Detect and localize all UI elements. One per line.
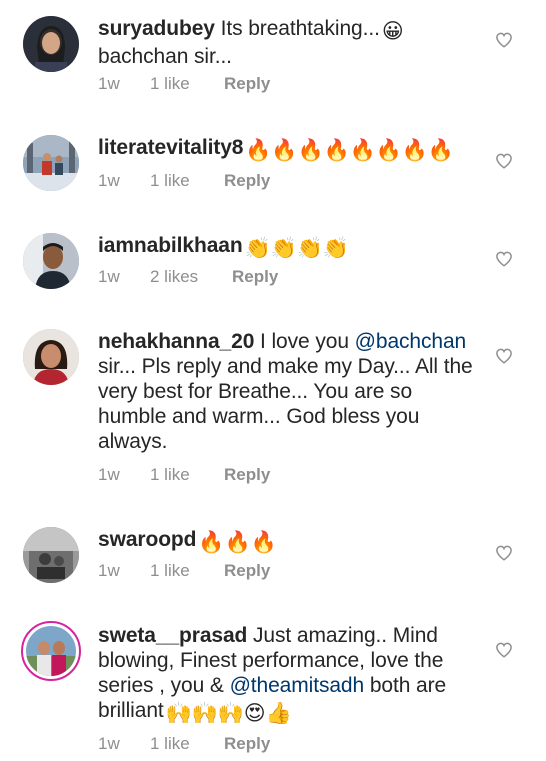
avatar[interactable] (23, 233, 79, 289)
like-count[interactable]: 1 like (150, 734, 224, 754)
username[interactable]: swaroopd (98, 528, 196, 551)
raising-hands-heart-eyes-thumbs-up-emoji-icon: 🙌🙌🙌😍👍 (165, 702, 292, 725)
comment-text: nehakhanna_20 I love you @bachchan sir..… (98, 329, 476, 454)
username[interactable]: suryadubey (98, 17, 215, 40)
timestamp: 1w (98, 267, 120, 286)
like-count[interactable]: 2 likes (150, 267, 232, 287)
grinning-emoji-icon: 😀 (381, 20, 404, 43)
comment-meta: 1w 1 like Reply (98, 465, 270, 487)
comment-body-continued: bachchan sir... (98, 45, 232, 68)
like-count[interactable]: 1 like (150, 465, 224, 485)
reply-button[interactable]: Reply (224, 465, 270, 485)
avatar-with-story-ring[interactable] (21, 621, 81, 681)
comment-text: sweta__prasad Just amazing.. Mind blowin… (98, 623, 476, 726)
username[interactable]: iamnabilkhaan (98, 234, 243, 257)
heart-outline-icon[interactable] (495, 641, 513, 659)
username[interactable]: sweta__prasad (98, 624, 247, 647)
timestamp: 1w (98, 734, 120, 753)
comment-body: I love you (254, 330, 355, 353)
reply-button[interactable]: Reply (224, 171, 270, 191)
reply-button[interactable]: Reply (224, 561, 270, 581)
mention-link[interactable]: @theamitsadh (230, 674, 365, 697)
comment-text: iamnabilkhaan👏👏👏👏 (98, 233, 476, 261)
comments-list: suryadubey Its breathtaking...😀 bachchan… (0, 0, 546, 761)
heart-outline-icon[interactable] (495, 250, 513, 268)
heart-outline-icon[interactable] (495, 544, 513, 562)
avatar[interactable] (23, 16, 79, 72)
like-count[interactable]: 1 like (150, 171, 224, 191)
comment-body-continued: sir... Pls reply and make my Day... All … (98, 355, 473, 453)
heart-outline-icon[interactable] (495, 31, 513, 49)
fire-emoji-icon: 🔥🔥🔥 (198, 531, 277, 554)
timestamp: 1w (98, 171, 120, 190)
heart-outline-icon[interactable] (495, 347, 513, 365)
fire-emoji-icon: 🔥🔥🔥🔥🔥🔥🔥🔥 (245, 139, 454, 162)
comment-text: suryadubey Its breathtaking...😀 bachchan… (98, 16, 476, 69)
reply-button[interactable]: Reply (232, 267, 278, 287)
comment-meta: 1w 1 like Reply (98, 734, 270, 756)
reply-button[interactable]: Reply (224, 74, 270, 94)
comment-meta: 1w 1 like Reply (98, 171, 270, 193)
username[interactable]: nehakhanna_20 (98, 330, 254, 353)
avatar[interactable] (23, 527, 79, 583)
comment-meta: 1w 1 like Reply (98, 561, 270, 583)
username[interactable]: literatevitality8 (98, 136, 243, 159)
comment-text: swaroopd🔥🔥🔥 (98, 527, 476, 555)
clapping-hands-emoji-icon: 👏👏👏👏 (244, 237, 349, 260)
avatar[interactable] (23, 135, 79, 191)
avatar[interactable] (23, 329, 79, 385)
comment-text: literatevitality8🔥🔥🔥🔥🔥🔥🔥🔥 (98, 135, 476, 163)
timestamp: 1w (98, 74, 120, 93)
reply-button[interactable]: Reply (224, 734, 270, 754)
mention-link[interactable]: @bachchan (355, 330, 467, 353)
comment-meta: 1w 2 likes Reply (98, 267, 278, 289)
comment-meta: 1w 1 like Reply (98, 74, 270, 96)
timestamp: 1w (98, 561, 120, 580)
comment-body: Its breathtaking... (214, 17, 380, 40)
timestamp: 1w (98, 465, 120, 484)
heart-outline-icon[interactable] (495, 152, 513, 170)
like-count[interactable]: 1 like (150, 561, 224, 581)
like-count[interactable]: 1 like (150, 74, 224, 94)
